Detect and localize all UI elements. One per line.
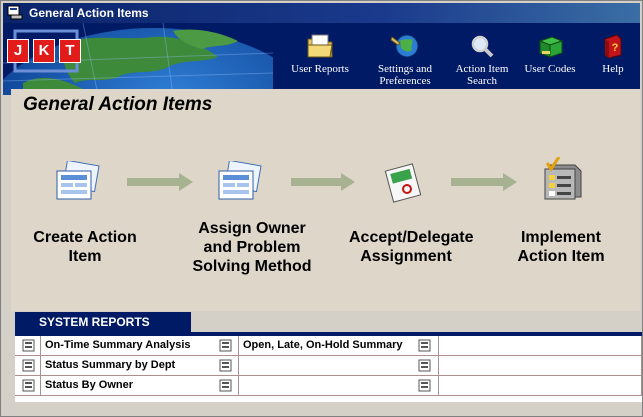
report-icon[interactable] <box>418 339 431 352</box>
arrow-right-icon <box>291 173 355 191</box>
forms-icon[interactable] <box>215 161 263 205</box>
report-icon[interactable] <box>22 379 35 392</box>
toolbar-label: User Reports <box>291 63 349 75</box>
report-cell[interactable]: Open, Late, On-Hold Summary <box>239 336 439 356</box>
report-name: Open, Late, On-Hold Summary <box>243 339 403 351</box>
toolbar-label: User Codes <box>524 63 576 75</box>
status-strip <box>3 402 640 416</box>
table-row <box>15 376 41 396</box>
user-codes-button[interactable]: User Codes <box>517 23 583 95</box>
window-title: General Action Items <box>29 6 149 20</box>
report-icon[interactable] <box>219 359 232 372</box>
magnifier-icon <box>471 35 494 58</box>
report-name: On-Time Summary Analysis <box>45 339 191 351</box>
report-cell[interactable]: Status By Owner <box>41 376 239 396</box>
report-cell[interactable]: Status Summary by Dept <box>41 356 239 376</box>
report-cell[interactable] <box>239 356 439 376</box>
action-item-search-button[interactable]: Action Item Search <box>449 23 515 95</box>
page-title: General Action Items <box>23 94 213 115</box>
toolbar-label: Action Item Search <box>455 63 509 87</box>
report-icon[interactable] <box>219 379 232 392</box>
step-accept-delegate: Accept/Delegate Assignment <box>349 229 474 265</box>
settings-preferences-button[interactable]: Settings and Preferences <box>367 23 443 95</box>
report-icon[interactable] <box>22 339 35 352</box>
step-assign-owner: Assign Owner and Problem Solving Method <box>192 220 312 275</box>
report-icon[interactable] <box>418 379 431 392</box>
system-reports-tab[interactable]: SYSTEM REPORTS <box>15 312 191 332</box>
system-reports-table: On-Time Summary Analysis Open, Late, On-… <box>15 336 642 402</box>
user-reports-button[interactable]: User Reports <box>285 23 355 95</box>
green-box-icon <box>538 36 564 58</box>
arrow-right-icon <box>127 173 193 191</box>
help-book-icon: ? <box>604 34 622 59</box>
logo-letter: J <box>7 39 29 63</box>
svg-text:?: ? <box>612 42 619 54</box>
report-cell[interactable] <box>439 336 642 356</box>
table-row <box>15 356 41 376</box>
logo-letter: K <box>33 39 55 63</box>
help-button[interactable]: ? Help <box>591 23 635 95</box>
report-name: Status Summary by Dept <box>45 359 176 371</box>
report-cell[interactable] <box>239 376 439 396</box>
table-row <box>15 336 41 356</box>
report-icon[interactable] <box>418 359 431 372</box>
approval-icon[interactable] <box>383 161 427 205</box>
app-header: J K T User Reports Settings and Preferen… <box>3 23 640 95</box>
step-implement-action-item: Implement Action Item <box>517 229 605 265</box>
report-cell[interactable] <box>439 376 642 396</box>
report-cell[interactable] <box>439 356 642 376</box>
toolbar-label: Help <box>602 63 624 75</box>
app-window: General Action Items J K T User Reports … <box>0 0 643 417</box>
report-icon[interactable] <box>219 339 232 352</box>
toolbar-label: Settings and Preferences <box>377 63 433 87</box>
report-name: Status By Owner <box>45 379 134 391</box>
checklist-icon[interactable] <box>535 157 587 203</box>
arrow-right-icon <box>451 173 517 191</box>
report-icon[interactable] <box>22 359 35 372</box>
forms-icon[interactable] <box>53 161 101 205</box>
step-create-action-item: Create Action Item <box>33 229 137 265</box>
app-icon <box>7 5 23 20</box>
folder-icon <box>307 34 333 58</box>
report-cell[interactable]: On-Time Summary Analysis <box>41 336 239 356</box>
title-bar[interactable]: General Action Items <box>3 3 640 23</box>
globe-settings-icon <box>390 34 419 58</box>
logo-letter: T <box>59 39 81 63</box>
